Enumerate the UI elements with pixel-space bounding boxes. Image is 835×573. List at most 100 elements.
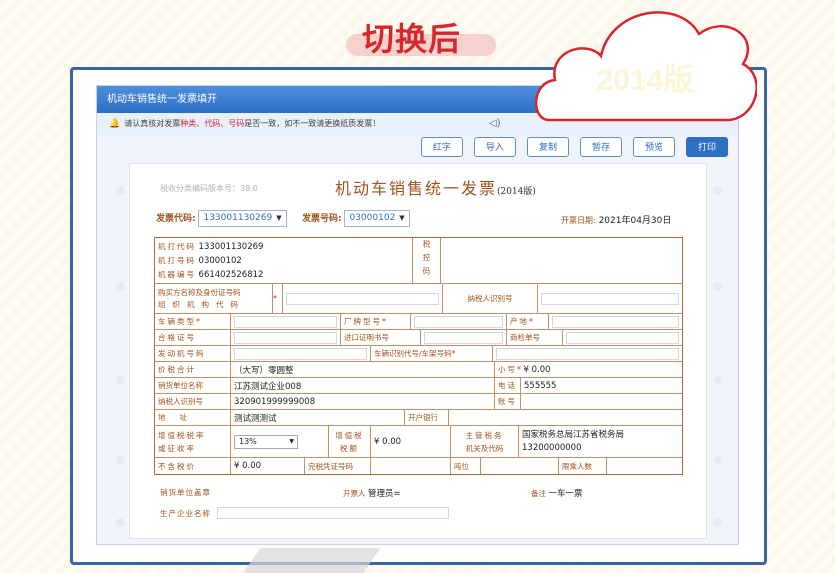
total-row: 价税合计 （大写）零圆整 小写 * ¥ 0.00 (155, 362, 682, 378)
remark-value: 一车一票 (548, 489, 583, 499)
origin-input[interactable] (552, 315, 679, 328)
vat-amount-label-2: 税额 (340, 443, 359, 453)
engine-label: 发动机号码 (155, 346, 231, 361)
version-note: 税收分类编码版本号：38.0 (160, 184, 258, 193)
vat-amount-label-cell: 增值税 税额 (329, 426, 371, 457)
machine-no-value: 03000102 (198, 255, 242, 266)
vat-amount-label-1: 增值税 (335, 430, 364, 440)
cert-input[interactable] (234, 331, 337, 344)
account-value (521, 394, 682, 409)
phone-value: 555555 (524, 380, 557, 391)
invoice-table: 机打代码 133001130269 机打号码 03000102 机器编号 661… (154, 237, 683, 475)
invoice-code-select[interactable]: 133001130269 ▼ (198, 210, 287, 227)
invoice-number-row: 发票号码: 03000102 ▼ (302, 210, 410, 227)
machine-code-value: 133001130269 (198, 241, 264, 252)
import-button[interactable]: 导入 (473, 137, 516, 157)
perforation-hole (116, 376, 125, 385)
perforation-hole (713, 518, 722, 527)
buyer-label-cell: 购买方名称及身份证号码 组织机构代码 (155, 284, 273, 313)
chevron-down-icon: ▼ (399, 214, 405, 222)
buyer-required-mark: * (273, 284, 283, 313)
tax-office-label-cell: 主管税务 机关及代码 (451, 426, 519, 457)
vat-rate-label-cell: 增值税税率 或征收率 (155, 426, 231, 457)
bank-value (449, 410, 682, 425)
buyer-taxid-cell (538, 284, 682, 313)
seller-row: 销货单位名称 江苏测试企业008 电话 555555 (155, 378, 682, 394)
buyer-name-input[interactable] (286, 292, 439, 305)
machine-info-row: 机打代码 133001130269 机打号码 03000102 机器编号 661… (155, 238, 682, 284)
buyer-label-1: 购买方名称及身份证号码 (158, 287, 241, 297)
inspection-label: 商检单号 (507, 330, 563, 345)
perforation-hole (713, 282, 722, 291)
invoice-date-value: 2021年04月30日 (598, 216, 672, 226)
buyer-taxid-label: 纳税人识别号 (443, 284, 538, 313)
buyer-taxid-input[interactable] (541, 292, 679, 305)
tax-office-name: 国家税务总局江苏省税务局 (522, 429, 625, 440)
seal-label: 销货单位盖章 (160, 487, 211, 498)
vehicle-type-input[interactable] (234, 315, 337, 328)
perforation-hole (116, 518, 125, 527)
print-button[interactable]: 打印 (685, 137, 728, 157)
manufacturer-input[interactable] (217, 507, 449, 519)
engine-input[interactable] (234, 347, 367, 360)
invoice-paper: 税收分类编码版本号：38.0 机动车销售统一发票(2014版) 发票代码: 13… (116, 163, 722, 539)
issuer-value: 管理员= (368, 489, 401, 499)
seller-label: 销货单位名称 (155, 378, 231, 393)
vat-rate-label-2: 或征收率 (158, 443, 196, 453)
preview-button[interactable]: 预览 (632, 137, 675, 157)
save-draft-button[interactable]: 暂存 (579, 137, 622, 157)
toolbar: 红字 导入 复制 暂存 预览 打印 (420, 137, 728, 157)
remark-label: 备注 (531, 489, 546, 498)
address-row: 地址 测试测测试 开户银行 (155, 410, 682, 426)
headline-text: 切换后 (362, 20, 462, 58)
pre-tax-row: 不含税价 ¥ 0.00 完税凭证号码 吨位 限乘人数 (155, 458, 682, 474)
invoice-number-select[interactable]: 03000102 ▼ (344, 210, 410, 227)
invoice-code-row: 发票代码: 133001130269 ▼ (156, 210, 287, 227)
vat-rate-select[interactable]: 13% ▼ (234, 434, 298, 449)
invoice-number-value: 03000102 (349, 213, 396, 223)
machine-code-label: 机打代码 (158, 241, 196, 251)
tax-office-label-2: 机关及代码 (465, 443, 504, 453)
seats-label: 限乘人数 (559, 458, 607, 474)
invoice-app-window: 机动车销售统一发票填开 🔔 请认真核对发票种类、代码、号码是否一致，如不一致请更换… (96, 85, 739, 545)
machine-no-label: 机打号码 (158, 255, 196, 265)
inspection-input[interactable] (566, 331, 679, 344)
invoice-date-label: 开票日期: (561, 216, 596, 225)
import-cert-label: 进口证明书号 (341, 330, 421, 345)
bell-icon: 🔔 (109, 119, 121, 129)
seller-taxid-value: 320901999999008 (231, 394, 495, 409)
red-invoice-button[interactable]: 红字 (420, 137, 463, 157)
total-small-label: 小写 (498, 365, 517, 374)
cert-label: 合格证号 (155, 330, 231, 345)
invoice-number-label: 发票号码: (302, 214, 342, 224)
certificate-row: 合格证号 进口证明书号 商检单号 (155, 330, 682, 346)
buyer-name-cell (283, 284, 443, 313)
chevron-down-icon: ▼ (289, 437, 294, 445)
brand-input[interactable] (414, 315, 503, 328)
manufacturer-label: 生产企业名称 (160, 508, 211, 518)
version-badge-text: 2014版 (597, 64, 694, 97)
pre-tax-value: ¥ 0.00 (231, 458, 305, 474)
import-cert-cell (421, 330, 507, 345)
import-cert-input[interactable] (424, 331, 503, 344)
tax-office-cell: 国家税务总局江苏省税务局 13200000000 (519, 426, 682, 457)
total-label: 价税合计 (155, 362, 231, 377)
vin-input[interactable] (496, 347, 679, 360)
invoice-code-label: 发票代码: (156, 214, 196, 224)
seller-name-value: 江苏测试企业008 (231, 378, 495, 393)
invoice-code-value: 133001130269 (203, 213, 273, 223)
total-small-cell: 小写 * ¥ 0.00 (498, 364, 551, 375)
duty-cert-value (371, 458, 451, 474)
inspection-cell (563, 330, 682, 345)
copy-button[interactable]: 复制 (526, 137, 569, 157)
issuer-label: 开票人 (343, 489, 366, 498)
origin-label: 产地 (510, 317, 529, 326)
invoice-date-row: 开票日期: 2021年04月30日 (561, 213, 671, 226)
speaker-icon[interactable]: ◁) (489, 113, 501, 135)
bank-label: 开户银行 (405, 410, 449, 425)
engine-cell (231, 346, 371, 361)
vat-rate-value: 13% (239, 436, 257, 446)
buyer-row: 购买方名称及身份证号码 组织机构代码 * 纳税人识别号 (155, 284, 682, 314)
notice-text-post: 是否一致，如不一致请更换纸质发票！ (244, 119, 381, 128)
seal-label-text: 销货单位盖章 (160, 488, 211, 497)
